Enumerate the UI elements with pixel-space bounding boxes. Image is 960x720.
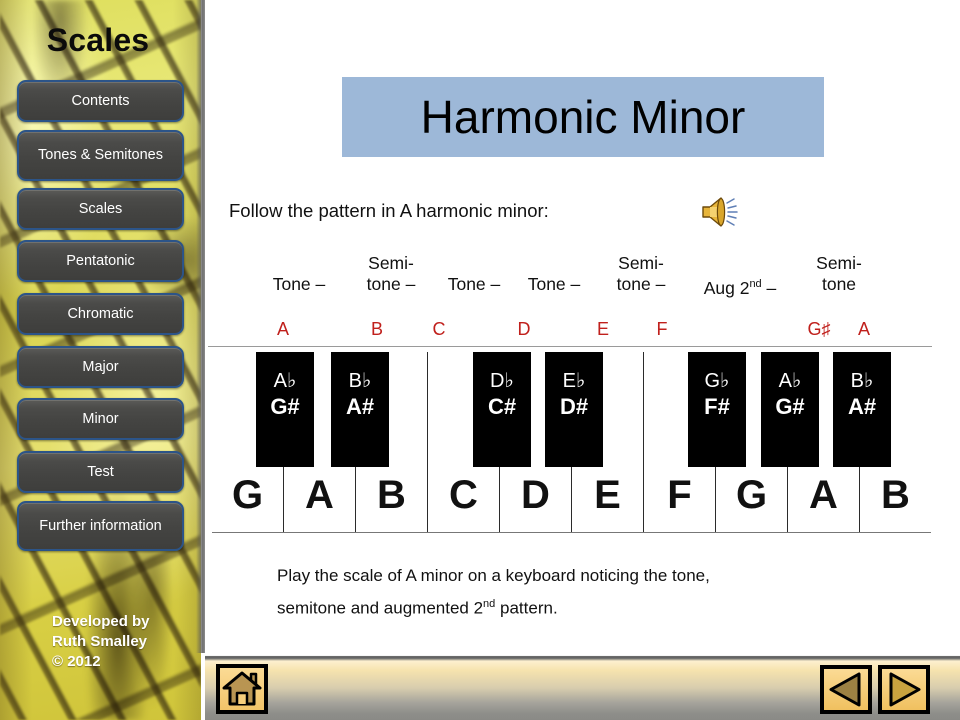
triangle-right-icon bbox=[889, 672, 921, 707]
speaker-icon[interactable] bbox=[699, 193, 741, 231]
piano-keyboard-diagram: G A B C D E F G A B A♭ G# B♭ A# D♭ C# E♭… bbox=[208, 346, 938, 539]
black-key-asharp2[interactable]: B♭ A# bbox=[833, 352, 891, 467]
slide: Scales Contents Tones & Semitones Scales… bbox=[0, 0, 960, 720]
triangle-left-icon bbox=[829, 672, 861, 707]
sidebar-item-pentatonic[interactable]: Pentatonic bbox=[17, 240, 184, 282]
black-key-dsharp[interactable]: E♭ D# bbox=[545, 352, 603, 467]
closing-line-1: Play the scale of A minor on a keyboard … bbox=[277, 566, 710, 585]
sidebar-brand-title: Scales bbox=[46, 22, 150, 58]
scale-note-3: C bbox=[432, 319, 446, 339]
credits-line-author: Ruth Smalley bbox=[52, 633, 148, 650]
sidebar-item-label: Minor bbox=[82, 410, 119, 427]
credits-line-copyright: © 2012 bbox=[52, 653, 101, 670]
sidebar-item-label: Chromatic bbox=[67, 305, 134, 322]
sidebar: Scales Contents Tones & Semitones Scales… bbox=[0, 0, 201, 720]
scale-note-4: D bbox=[517, 319, 531, 339]
bottom-navigation-bar bbox=[205, 653, 960, 720]
black-key-gsharp1[interactable]: A♭ G# bbox=[256, 352, 314, 467]
credits-block: Developed by Ruth Smalley © 2012 bbox=[52, 612, 201, 672]
sidebar-item-minor[interactable]: Minor bbox=[17, 398, 184, 440]
sidebar-item-tones-semitones[interactable]: Tones & Semitones bbox=[17, 130, 184, 181]
home-button[interactable] bbox=[216, 664, 268, 714]
interval-2: Semi- tone – bbox=[366, 253, 416, 294]
interval-5: Semi- tone – bbox=[616, 253, 666, 294]
lead-instruction-text: Follow the pattern in A harmonic minor: bbox=[229, 200, 549, 221]
interval-1: Tone – bbox=[272, 274, 326, 294]
forward-button[interactable] bbox=[878, 665, 930, 714]
sidebar-item-test[interactable]: Test bbox=[17, 451, 184, 493]
scale-note-1: A bbox=[276, 319, 289, 339]
scale-note-6: F bbox=[656, 319, 668, 339]
interval-6: Aug 2nd – bbox=[703, 277, 777, 298]
sidebar-item-label: Contents bbox=[71, 92, 130, 109]
sidebar-item-further-information[interactable]: Further information bbox=[17, 501, 184, 551]
scale-note-8: A bbox=[857, 319, 870, 339]
interval-4: Tone – bbox=[527, 274, 581, 294]
closing-instruction-text: Play the scale of A minor on a keyboard … bbox=[277, 562, 917, 623]
black-key-fsharp[interactable]: G♭ F# bbox=[688, 352, 746, 467]
sidebar-item-scales[interactable]: Scales bbox=[17, 188, 184, 230]
scale-notes-row: A B C D E F G♯ A bbox=[205, 319, 960, 345]
home-icon bbox=[222, 671, 262, 706]
scale-note-2: B bbox=[370, 319, 383, 339]
sidebar-item-label: Test bbox=[87, 463, 114, 480]
black-key-asharp1[interactable]: B♭ A# bbox=[331, 352, 389, 467]
black-key-gsharp2[interactable]: A♭ G# bbox=[761, 352, 819, 467]
interval-3: Tone – bbox=[447, 274, 501, 294]
back-button[interactable] bbox=[820, 665, 872, 714]
page-title-banner: Harmonic Minor bbox=[342, 77, 824, 157]
scale-note-5: E bbox=[596, 319, 609, 339]
closing-line-2: semitone and augmented 2nd pattern. bbox=[277, 598, 558, 618]
sidebar-item-label: Major bbox=[82, 358, 119, 375]
sidebar-divider bbox=[196, 0, 205, 653]
sidebar-item-label: Further information bbox=[39, 517, 162, 534]
sidebar-item-major[interactable]: Major bbox=[17, 346, 184, 388]
keyboard: G A B C D E F G A B A♭ G# B♭ A# D♭ C# E♭… bbox=[212, 352, 931, 533]
sidebar-item-label: Pentatonic bbox=[66, 252, 135, 269]
sidebar-item-contents[interactable]: Contents bbox=[17, 80, 184, 122]
interval-7: Semi- tone bbox=[816, 253, 862, 294]
sidebar-item-label: Tones & Semitones bbox=[38, 147, 163, 163]
interval-pattern-row: Tone – Semi- tone – Tone – Tone – Semi- … bbox=[205, 253, 960, 316]
sidebar-item-chromatic[interactable]: Chromatic bbox=[17, 293, 184, 335]
page-title: Harmonic Minor bbox=[420, 91, 746, 143]
main-content: Harmonic Minor Follow the pattern in A h… bbox=[205, 0, 960, 653]
keyboard-top-rule bbox=[208, 346, 932, 347]
sidebar-item-label: Scales bbox=[78, 200, 123, 217]
scale-note-7: G♯ bbox=[807, 319, 831, 339]
credits-line-developed-by: Developed by bbox=[52, 613, 150, 630]
black-key-csharp[interactable]: D♭ C# bbox=[473, 352, 531, 467]
